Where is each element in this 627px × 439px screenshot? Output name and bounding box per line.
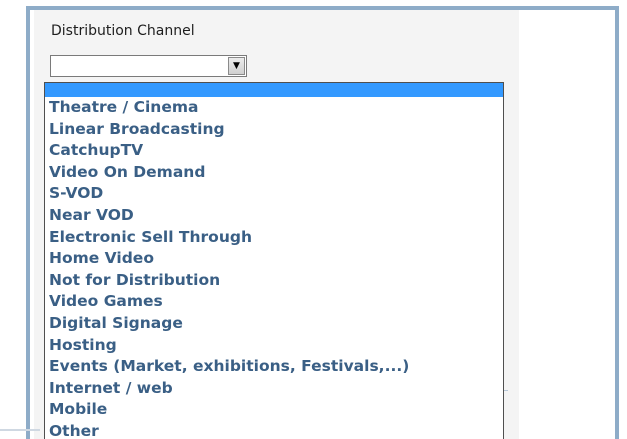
option-events[interactable]: Events (Market, exhibitions, Festivals,.… <box>45 356 503 378</box>
bottom-divider <box>0 429 40 431</box>
distribution-channel-options[interactable]: Theatre / Cinema Linear Broadcasting Cat… <box>44 82 504 439</box>
option-blank[interactable] <box>45 83 503 97</box>
option-home-video[interactable]: Home Video <box>45 248 503 270</box>
option-video-games[interactable]: Video Games <box>45 291 503 313</box>
option-internet-web[interactable]: Internet / web <box>45 378 503 400</box>
distribution-channel-label: Distribution Channel <box>51 23 195 39</box>
option-video-on-demand[interactable]: Video On Demand <box>45 162 503 184</box>
option-theatre-cinema[interactable]: Theatre / Cinema <box>45 97 503 119</box>
option-catchuptv[interactable]: CatchupTV <box>45 140 503 162</box>
option-near-vod[interactable]: Near VOD <box>45 205 503 227</box>
screen: Distribution Channel ▼ le Theatre / Cine… <box>0 0 627 439</box>
option-mobile[interactable]: Mobile <box>45 399 503 421</box>
option-not-for-distribution[interactable]: Not for Distribution <box>45 270 503 292</box>
option-hosting[interactable]: Hosting <box>45 335 503 357</box>
option-electronic-sell-through[interactable]: Electronic Sell Through <box>45 227 503 249</box>
distribution-channel-select[interactable]: ▼ <box>50 55 247 77</box>
option-s-vod[interactable]: S-VOD <box>45 183 503 205</box>
option-digital-signage[interactable]: Digital Signage <box>45 313 503 335</box>
chevron-down-icon[interactable]: ▼ <box>228 57 245 75</box>
option-other[interactable]: Other <box>45 421 503 439</box>
option-linear-broadcasting[interactable]: Linear Broadcasting <box>45 119 503 141</box>
